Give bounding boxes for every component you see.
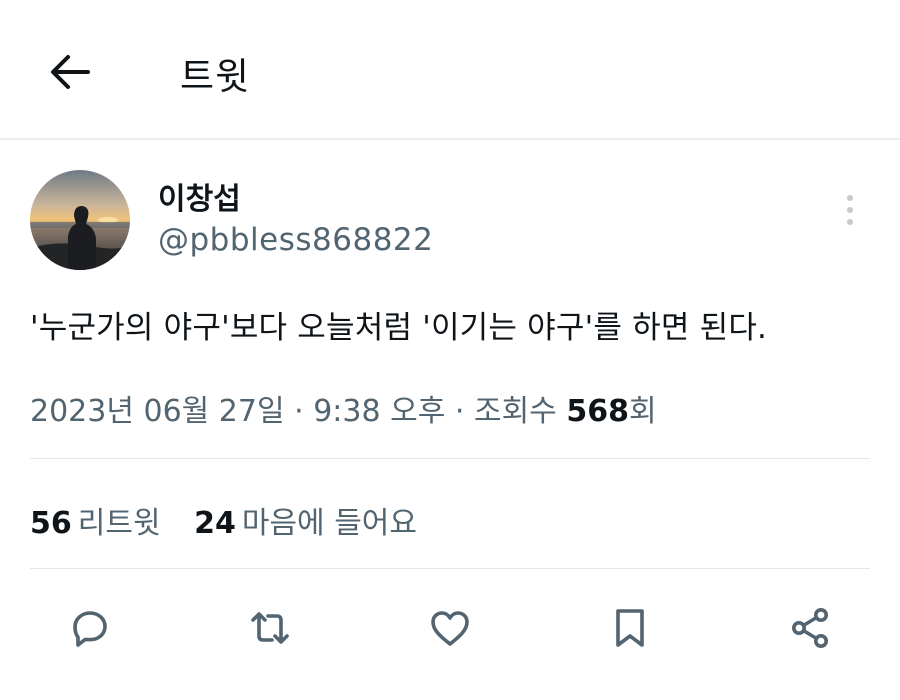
divider [30,458,870,459]
arrow-left-icon [51,55,90,89]
author-name[interactable]: 이창섭 [158,174,241,218]
heart-icon [431,611,469,646]
action-bar [0,598,900,658]
reply-icon [73,611,107,647]
retweet-button[interactable] [240,598,300,658]
tweet-text: '누군가의 야구'보다 오늘처럼 '이기는 야구'를 하면 된다. [30,310,768,346]
more-dots-icon [847,195,853,201]
page-title: 트윗 [180,55,251,98]
meta-separator: · [294,394,304,429]
sunset-silhouette-avatar [30,170,130,270]
retweets-label[interactable]: 리트윗 [78,506,161,541]
header-divider [0,138,900,140]
avatar[interactable] [30,170,130,270]
like-button[interactable] [420,598,480,658]
more-dots-icon-dot [847,219,853,225]
back-button[interactable] [46,50,94,94]
retweets-count[interactable]: 56 [30,506,72,541]
more-options-button[interactable] [838,190,862,230]
views-count: 568 [566,394,629,429]
views-suffix: 회 [628,394,657,429]
bookmark-icon [616,609,644,647]
likes-label[interactable]: 마음에 들어요 [242,506,417,541]
reply-button[interactable] [60,598,120,658]
likes-count[interactable]: 24 [194,506,236,541]
tweet-meta: 2023년 06월 27일 · 9:38 오후 · 조회수 568회 [30,386,657,430]
tweet-stats: 56 리트윗 24 마음에 들어요 [30,498,441,542]
meta-separator: · [454,394,465,429]
header: 트윗 [0,0,900,140]
bookmark-button[interactable] [600,598,660,658]
tweet-time[interactable]: 9:38 오후 [313,394,445,429]
divider [30,568,870,569]
views-label: 조회수 [473,394,557,429]
tweet-date[interactable]: 2023년 06월 27일 [30,394,285,429]
more-dots-icon-dot [847,207,853,213]
share-button[interactable] [780,598,840,658]
retweet-icon [251,612,289,644]
author-handle[interactable]: @pbbless868822 [158,222,433,258]
share-icon [792,608,828,648]
